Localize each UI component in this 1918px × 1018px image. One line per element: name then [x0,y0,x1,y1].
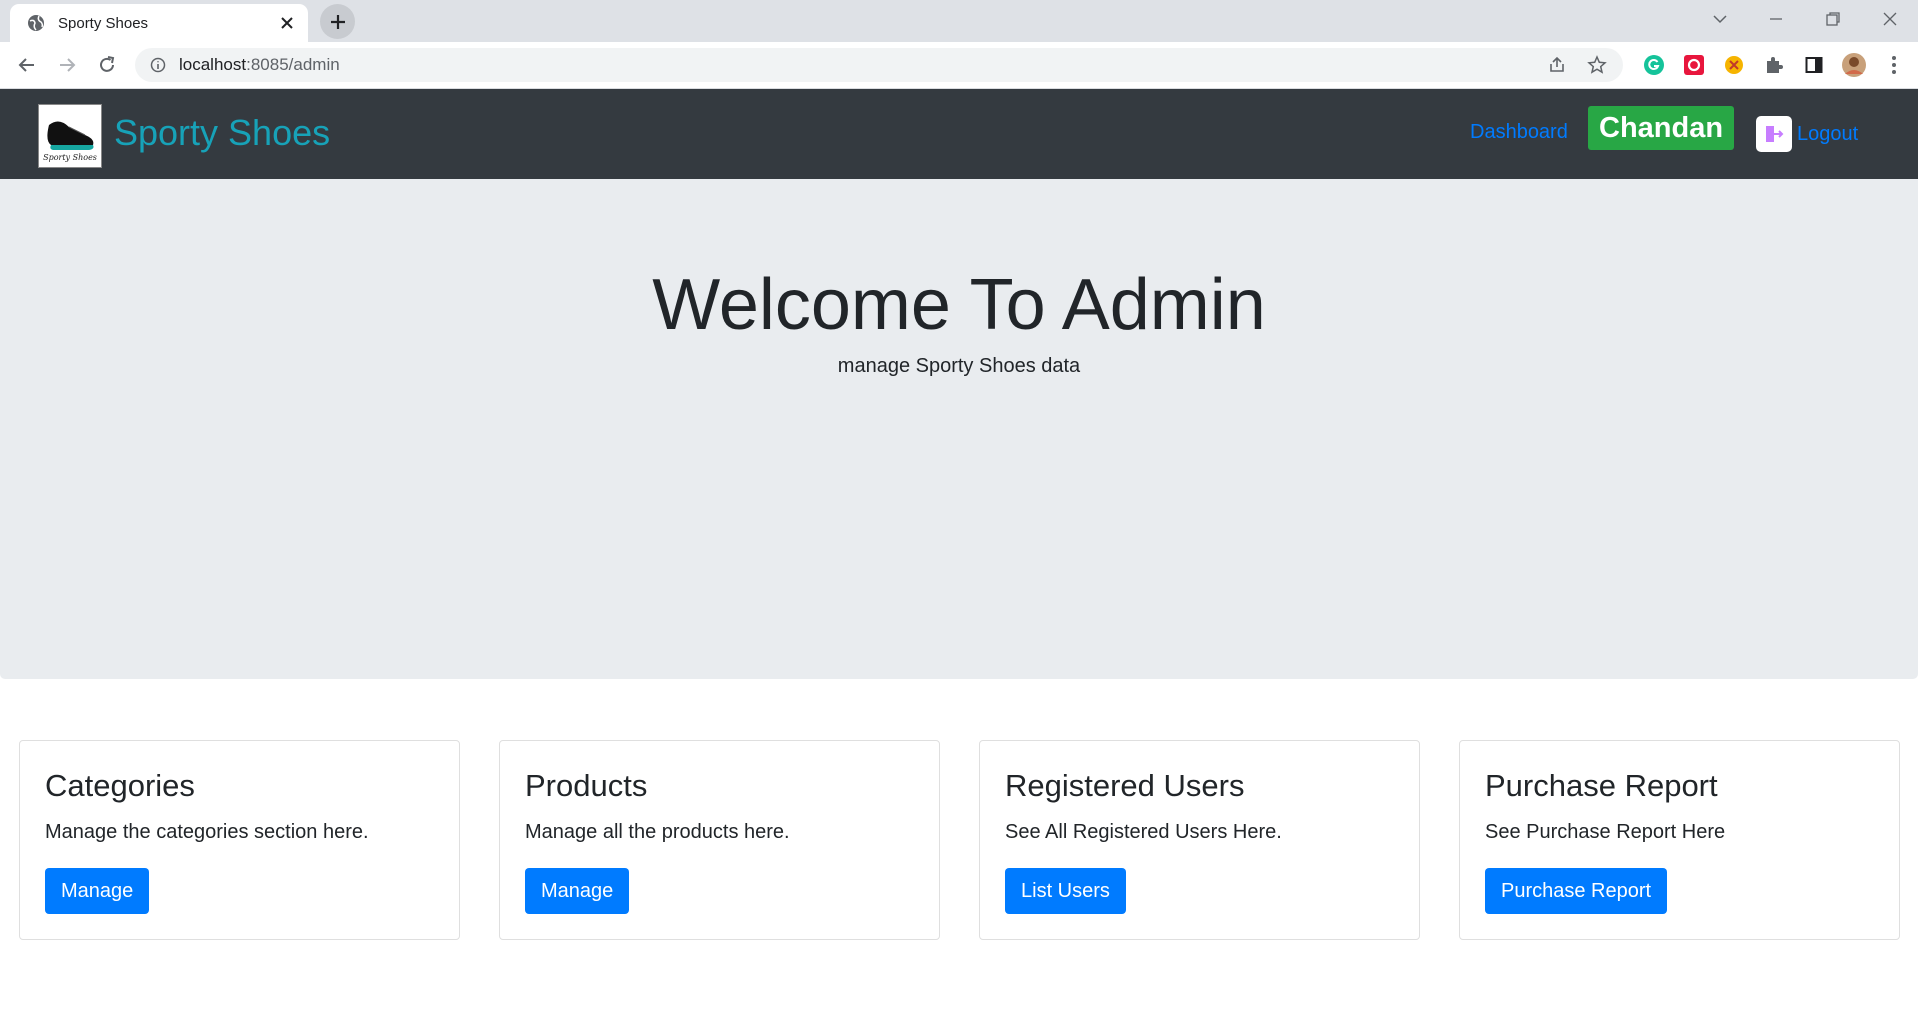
card-title: Registered Users [1005,768,1245,803]
tab-title: Sporty Shoes [58,14,149,32]
brand-name[interactable]: Sporty Shoes [114,111,330,155]
profile-avatar[interactable] [1840,51,1868,79]
extension-red-icon[interactable] [1680,51,1708,79]
card-text: Manage the categories section here. [45,821,369,843]
close-window-icon[interactable] [1870,0,1910,38]
list-users-button[interactable]: List Users [1005,868,1126,914]
logout-label: Logout [1797,122,1859,145]
url-host: localhost [179,55,247,74]
card-text: See All Registered Users Here. [1005,821,1282,843]
card-text: See Purchase Report Here [1485,821,1726,843]
star-icon[interactable] [1583,51,1611,79]
browser-tab[interactable]: Sporty Shoes [10,4,308,42]
forward-arrow-icon[interactable] [52,50,82,80]
grammarly-icon[interactable] [1640,51,1668,79]
reload-icon[interactable] [92,50,122,80]
card-registered-users: Registered Users See All Registered User… [979,740,1420,940]
purchase-report-button[interactable]: Purchase Report [1485,868,1668,914]
card-title: Products [525,768,648,803]
card-text: Manage all the products here. [525,821,790,843]
url-path: :8085/admin [246,55,340,74]
kebab-menu-icon[interactable] [1880,51,1908,79]
card-purchase-report: Purchase Report See Purchase Report Here… [1459,740,1900,940]
side-panel-icon[interactable] [1800,51,1828,79]
close-tab-icon[interactable] [276,12,298,34]
manage-categories-button[interactable]: Manage [45,868,150,914]
dashboard-link[interactable]: Dashboard [1470,119,1568,145]
logo-caption: Sporty Shoes [43,153,97,162]
minimize-icon[interactable] [1756,0,1796,38]
extension-orange-icon[interactable] [1720,51,1748,79]
back-arrow-icon[interactable] [12,50,42,80]
tab-search-icon[interactable] [1700,0,1740,38]
page-subtitle: manage Sporty Shoes data [837,355,1081,377]
card-title: Categories [45,768,195,803]
card-title: Purchase Report [1485,768,1718,803]
browser-toolbar: localhost:8085/admin [0,42,1918,89]
browser-tabstrip: Sporty Shoes [0,0,1918,42]
page-title: Welcome To Admin [652,265,1266,345]
restore-icon[interactable] [1813,0,1853,38]
new-tab-button[interactable] [320,4,355,39]
welcome-jumbotron: Welcome To Admin manage Sporty Shoes dat… [0,179,1918,679]
card-products: Products Manage all the products here. M… [499,740,940,940]
info-icon[interactable] [149,56,167,74]
url-text[interactable]: localhost:8085/admin [179,55,1543,75]
address-bar[interactable]: localhost:8085/admin [135,48,1623,82]
puzzle-icon[interactable] [1760,51,1788,79]
logout-icon [1756,116,1792,152]
logout-link[interactable]: Logout [1756,116,1858,152]
brand-logo[interactable]: Sporty Shoes [38,104,102,168]
user-badge: Chandan [1588,106,1735,150]
site-navbar: Sporty Shoes Sporty Shoes Dashboard Chan… [0,89,1918,179]
share-icon[interactable] [1543,51,1571,79]
manage-products-button[interactable]: Manage [525,868,630,914]
globe-icon [26,13,46,33]
card-categories: Categories Manage the categories section… [19,740,460,940]
